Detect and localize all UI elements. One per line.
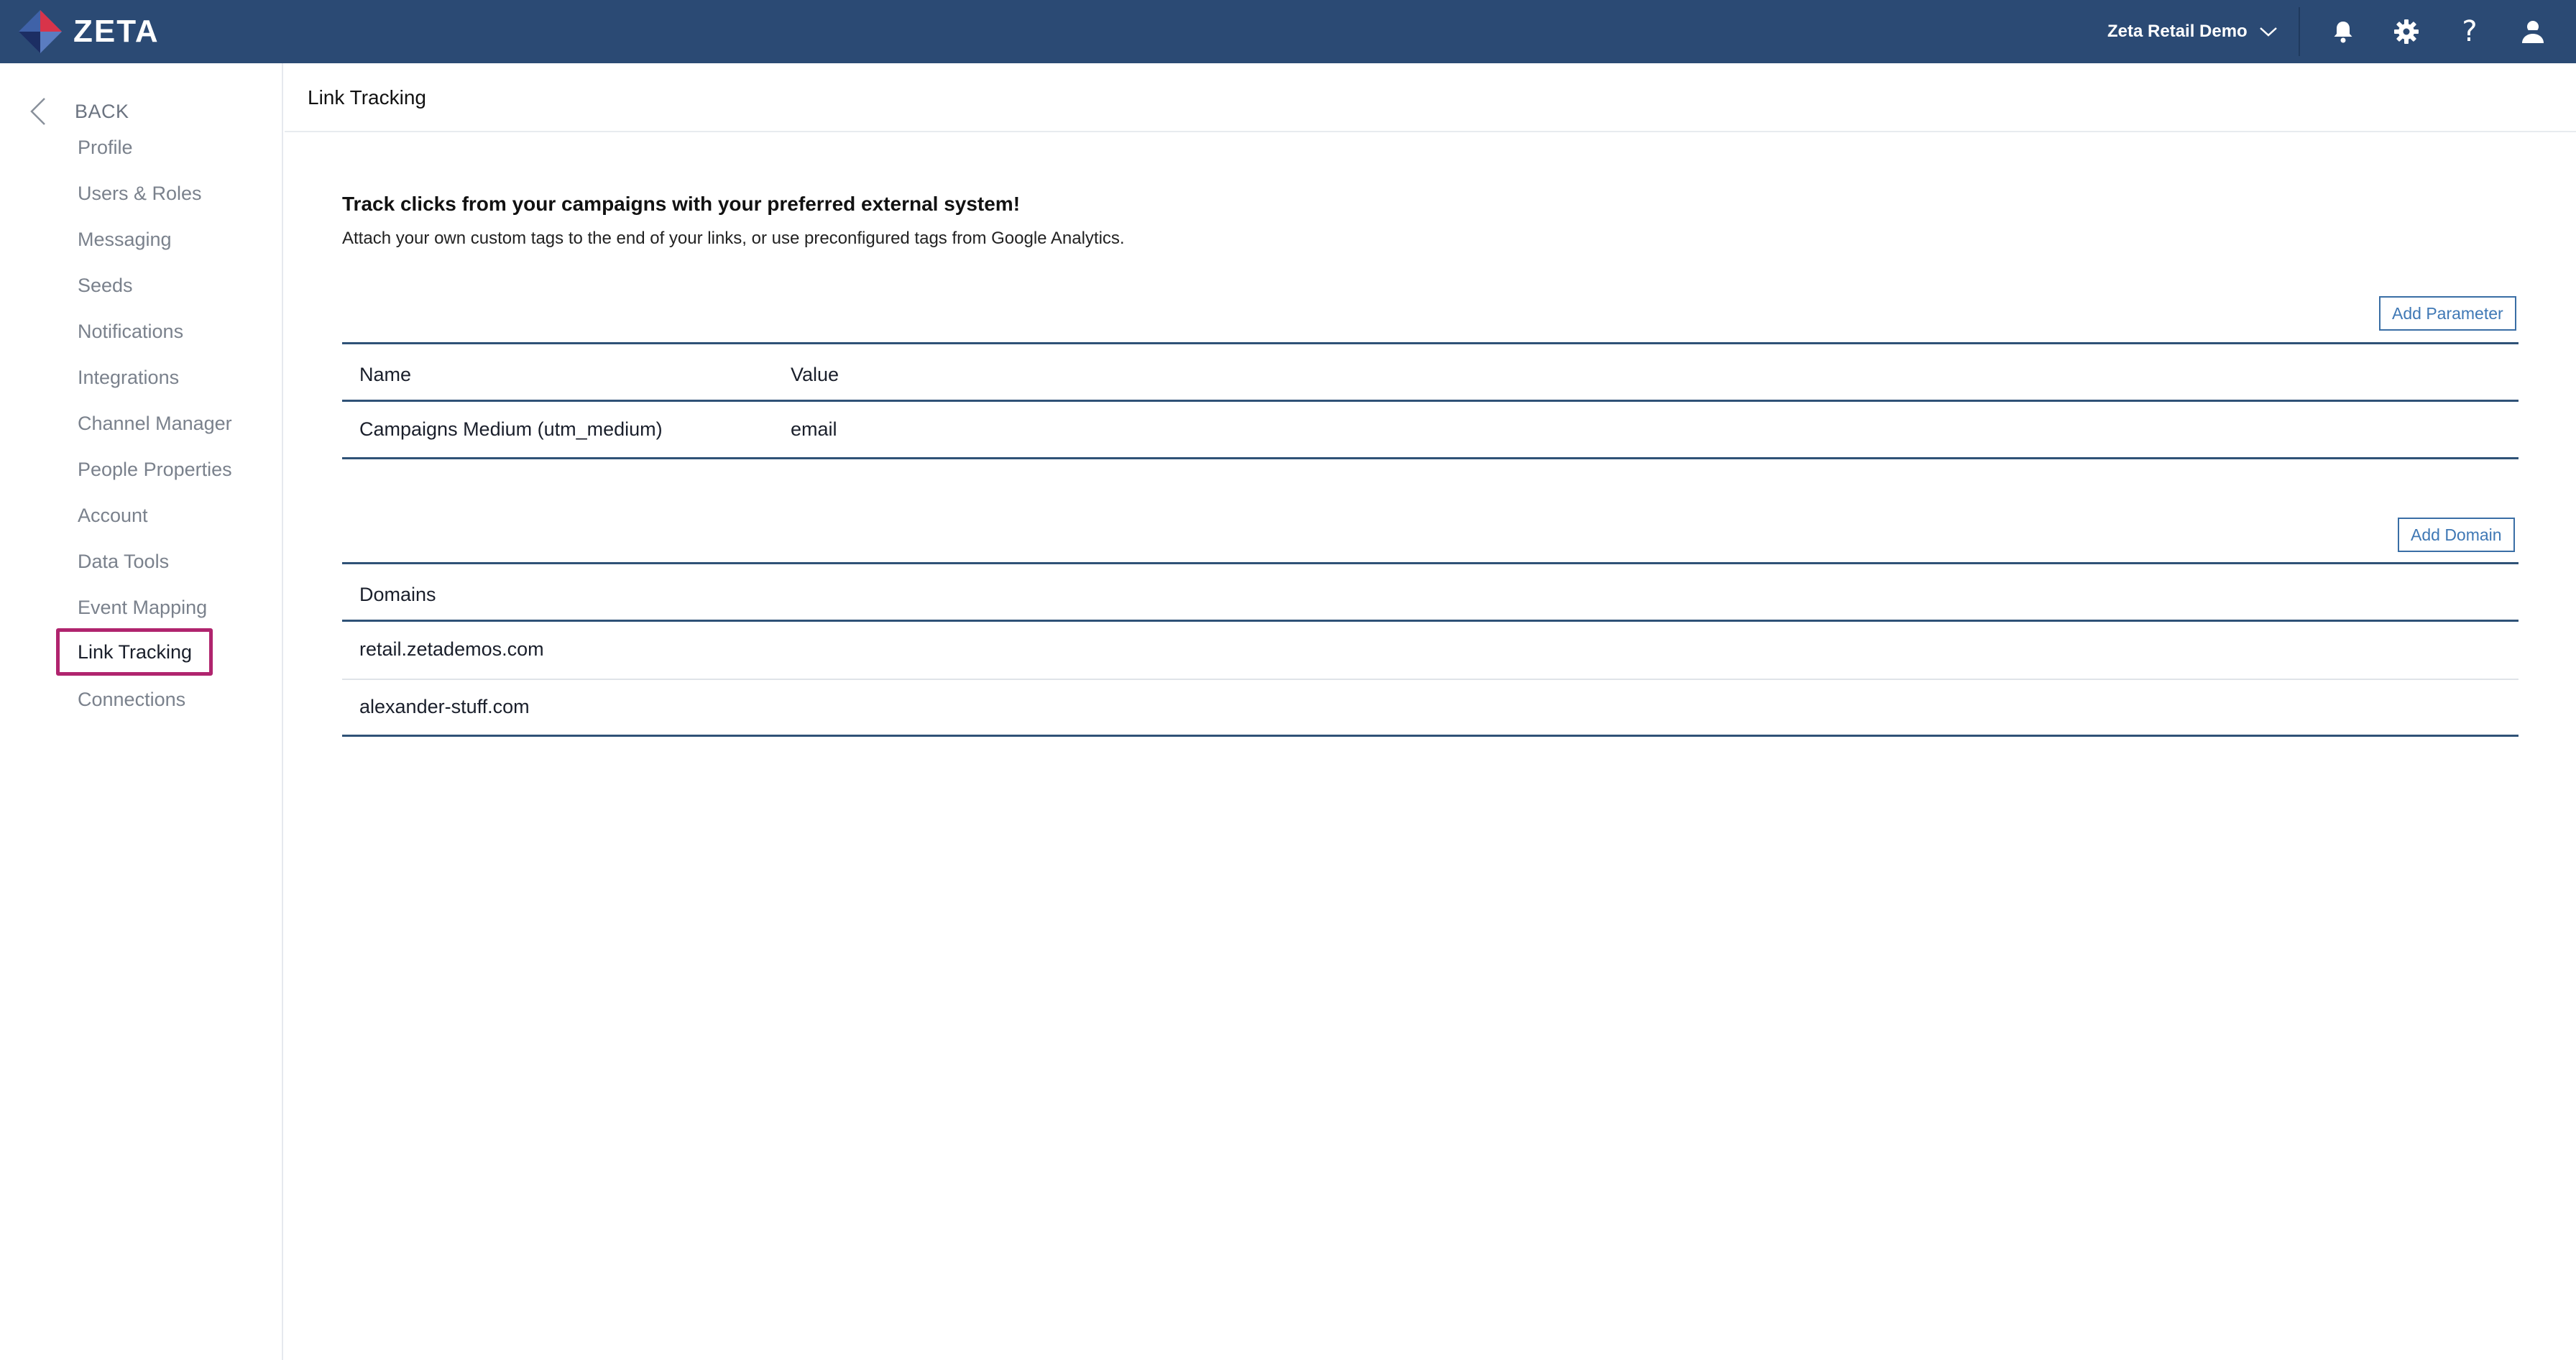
parameters-header-rule (342, 400, 2518, 402)
bell-icon (2334, 22, 2352, 43)
sidebar-item-channel-manager[interactable]: Channel Manager (78, 405, 232, 441)
account-switcher[interactable]: Zeta Retail Demo (2107, 0, 2278, 63)
gear-icon (2394, 19, 2419, 44)
column-header-domains: Domains (359, 584, 436, 605)
parameters-table-top-rule (342, 342, 2518, 344)
domains-header-rule (342, 620, 2518, 622)
add-domain-button[interactable]: Add Domain (2398, 518, 2515, 552)
sidebar-item-data-tools[interactable]: Data Tools (78, 543, 169, 579)
help-button[interactable]: ? (2452, 14, 2487, 49)
intro-heading: Track clicks from your campaigns with yo… (342, 193, 1021, 215)
topbar-divider (2299, 7, 2300, 56)
account-name: Zeta Retail Demo (2107, 22, 2248, 41)
sidebar-item-account[interactable]: Account (78, 497, 148, 533)
top-bar: ZETA Zeta Retail Demo ? (0, 0, 2576, 63)
sidebar-item-integrations[interactable]: Integrations (78, 359, 179, 395)
chevron-down-icon (2259, 27, 2277, 37)
page-title: Link Tracking (308, 86, 426, 109)
sidebar-item-link-tracking[interactable]: Link Tracking (78, 634, 192, 670)
zeta-logo[interactable]: ZETA (17, 6, 160, 58)
sidebar-item-people-properties[interactable]: People Properties (78, 451, 232, 487)
parameters-table-bottom-rule (342, 457, 2518, 459)
sidebar-item-notifications[interactable]: Notifications (78, 313, 183, 349)
back-button[interactable]: BACK (29, 88, 129, 135)
brand-name: ZETA (73, 14, 160, 49)
column-header-value: Value (791, 364, 840, 385)
parameter-name-cell: Campaigns Medium (utm_medium) (359, 418, 663, 440)
back-label: BACK (75, 100, 129, 122)
intro-description: Attach your own custom tags to the end o… (342, 229, 1125, 248)
domain-cell: retail.zetademos.com (359, 638, 544, 660)
domain-cell: alexander-stuff.com (359, 696, 530, 717)
add-parameter-button[interactable]: Add Parameter (2379, 296, 2516, 331)
domains-table-top-rule (342, 562, 2518, 564)
sidebar-item-profile[interactable]: Profile (78, 129, 133, 165)
sidebar-item-connections[interactable]: Connections (78, 681, 185, 717)
user-icon (2522, 21, 2544, 43)
sidebar-item-messaging[interactable]: Messaging (78, 221, 172, 257)
settings-button[interactable] (2389, 14, 2424, 49)
user-menu-button[interactable] (2516, 14, 2550, 49)
notifications-button[interactable] (2326, 14, 2360, 49)
chevron-left-icon (30, 98, 45, 125)
sidebar-item-seeds[interactable]: Seeds (78, 267, 133, 303)
sidebar-item-users-roles[interactable]: Users & Roles (78, 175, 202, 211)
parameter-value-cell: email (791, 418, 837, 440)
zeta-logo-icon (19, 10, 62, 53)
domains-table-bottom-rule (342, 735, 2518, 737)
settings-sidebar: BACK Profile Users & Roles Messaging See… (0, 63, 283, 1360)
row-divider (342, 679, 2518, 680)
page-header: Link Tracking (285, 63, 2576, 132)
sidebar-item-event-mapping[interactable]: Event Mapping (78, 589, 207, 625)
column-header-name: Name (359, 364, 412, 385)
help-icon: ? (2462, 15, 2478, 48)
